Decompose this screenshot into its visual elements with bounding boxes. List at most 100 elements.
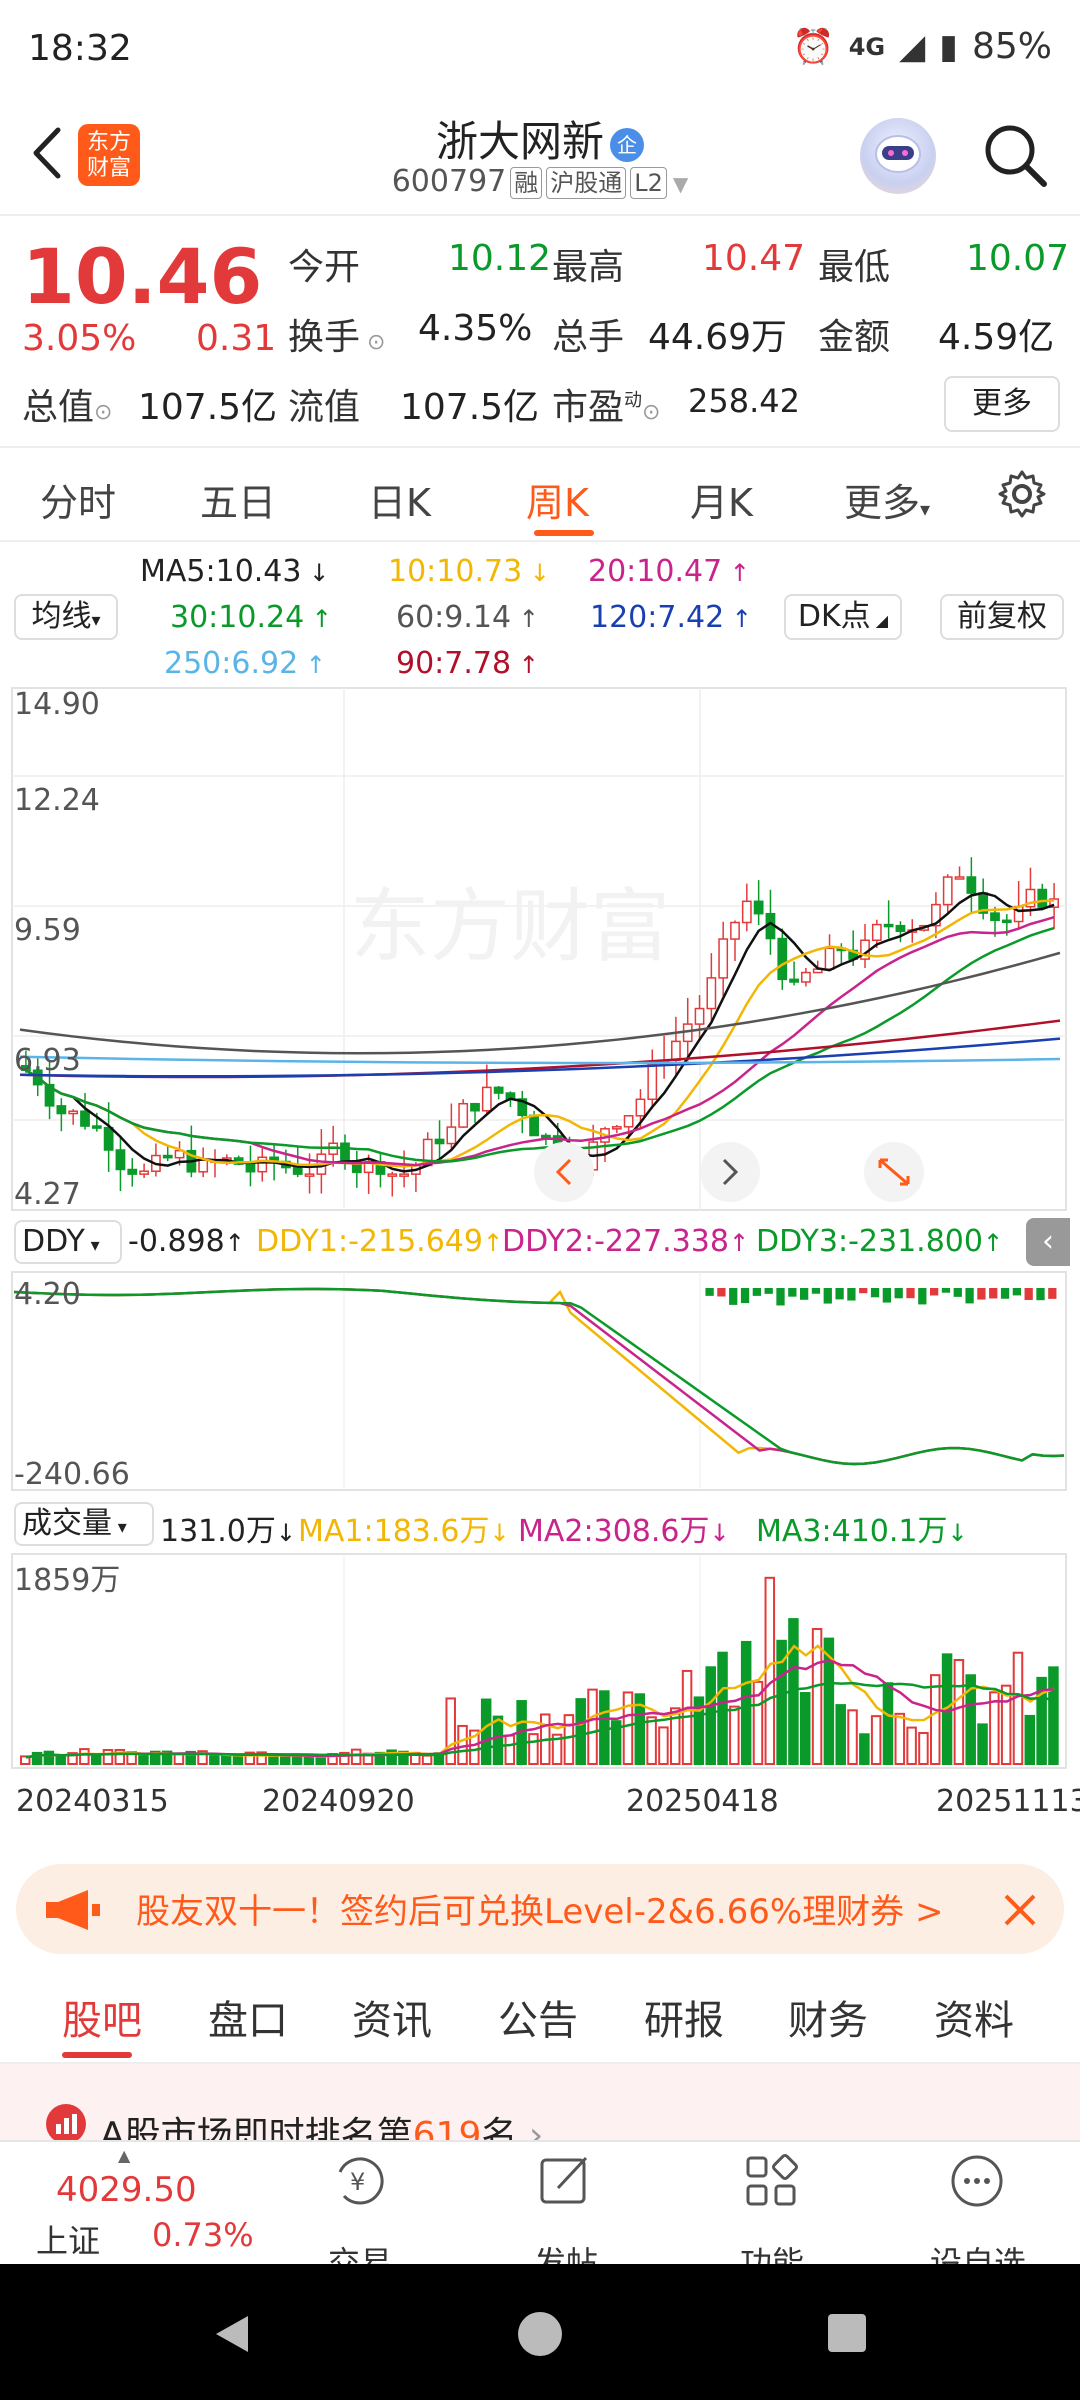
- index-change: 0.73%: [152, 2216, 254, 2254]
- date-label: 20240315: [16, 1784, 169, 1819]
- adjust-button[interactable]: 前复权: [940, 594, 1064, 640]
- network-icon: 4G: [848, 32, 886, 61]
- tab-forum[interactable]: 股吧: [62, 1988, 142, 2046]
- candle: [871, 923, 882, 941]
- tab-announcements[interactable]: 公告: [498, 1988, 578, 2046]
- ddy-bar: [740, 1288, 750, 1304]
- tab-daily[interactable]: 日K: [368, 472, 431, 527]
- volume-bar: [480, 1698, 492, 1765]
- volume-chart[interactable]: 1859万: [0, 1552, 1080, 1770]
- kline-chart[interactable]: 东方财富 14.90 12.24 9.59 6.93 4.27: [0, 684, 1080, 1214]
- candle: [481, 1086, 492, 1112]
- tab-orderbook[interactable]: 盘口: [208, 1988, 288, 2046]
- rank-strip[interactable]: A股市场即时排名第619名 ›: [0, 2064, 1080, 2144]
- index-value[interactable]: 4029.50: [56, 2170, 197, 2210]
- section-tabs: 股吧 盘口 资讯 公告 研报 财务 资料: [0, 1970, 1080, 2064]
- ddy-bar: [870, 1288, 880, 1298]
- more-dots-icon[interactable]: [948, 2152, 1006, 2210]
- volume-bar: [587, 1688, 598, 1765]
- ddy-bar: [918, 1288, 927, 1305]
- float-value: 107.5亿: [400, 387, 540, 428]
- system-recents-icon[interactable]: [824, 2310, 870, 2356]
- high-value: 10.47: [702, 238, 806, 279]
- ma250-value: 250:6.92 ↑: [164, 646, 326, 681]
- ddy-selector[interactable]: DDY ▾: [14, 1220, 122, 1264]
- apps-icon[interactable]: [742, 2152, 800, 2210]
- ma30-value: 30:10.24 ↑: [170, 600, 332, 635]
- candle: [68, 1110, 79, 1115]
- tab-monthly[interactable]: 月K: [690, 472, 753, 527]
- candle: [127, 1168, 138, 1175]
- caret-up-icon: ▲: [118, 2146, 131, 2165]
- tab-intraday[interactable]: 分时: [40, 472, 116, 527]
- volume-bar: [1024, 1714, 1036, 1766]
- vol-ma3-value: MA3:410.1万↓: [756, 1514, 968, 1549]
- mcap-label: 总值⊙: [22, 387, 113, 428]
- candle: [541, 1134, 551, 1139]
- volume-label: 总手: [552, 317, 625, 358]
- more-button[interactable]: 更多: [944, 376, 1060, 432]
- close-icon[interactable]: [1000, 1890, 1040, 1930]
- promo-text: 股友双十一！签约后可兑换Level-2&6.66%理财券 >: [136, 1892, 944, 1932]
- tab-profile[interactable]: 资料: [934, 1988, 1014, 2046]
- y-label-6.93: 6.93: [14, 1043, 81, 1078]
- search-icon[interactable]: [980, 120, 1050, 190]
- volume-bar: [280, 1754, 291, 1766]
- edit-icon[interactable]: [536, 2152, 594, 2210]
- status-bar: 18:32 ⏰ 4G ◢ ▮ 85%: [0, 0, 1080, 100]
- tab-5day[interactable]: 五日: [200, 472, 276, 527]
- candle: [304, 1173, 315, 1177]
- ddy-chart[interactable]: 4.20 -240.66: [0, 1270, 1080, 1496]
- fullscreen-icon[interactable]: [864, 1142, 924, 1202]
- collapse-panel-button[interactable]: ‹: [1026, 1218, 1070, 1266]
- dk-button[interactable]: DK点 ◢: [784, 594, 902, 640]
- promo-banner[interactable]: 股友双十一！签约后可兑换Level-2&6.66%理财券 >: [16, 1864, 1064, 1954]
- candle: [623, 1115, 634, 1128]
- ddy-bar: [729, 1288, 738, 1305]
- ma-legend: 均线▾ MA5:10.43 ↓ 10:10.73 ↓ 20:10.47 ↑ 30…: [0, 544, 1080, 684]
- ma-selector[interactable]: 均线▾: [14, 594, 118, 640]
- tab-news[interactable]: 资讯: [352, 1988, 432, 2046]
- ma120-value: 120:7.42 ↑: [590, 600, 752, 635]
- candle: [434, 1138, 445, 1145]
- system-back-icon[interactable]: [208, 2310, 256, 2358]
- info-icon: ⊙: [642, 400, 661, 425]
- ddy-bar: [811, 1288, 821, 1294]
- tab-research[interactable]: 研报: [644, 1988, 724, 2046]
- volume-bar: [859, 1733, 870, 1766]
- tab-more[interactable]: 更多▾: [844, 472, 930, 527]
- tab-weekly[interactable]: 周K: [526, 472, 589, 527]
- trade-icon[interactable]: ¥: [330, 2152, 388, 2210]
- candle: [990, 912, 1000, 922]
- volume-bar: [800, 1692, 811, 1765]
- battery-level: 85%: [971, 26, 1052, 67]
- volume-bar: [350, 1748, 362, 1765]
- active-section-indicator: [62, 2052, 132, 2058]
- candle: [718, 938, 729, 979]
- stock-name-text: 浙大网新: [435, 117, 604, 166]
- rank-chart-icon: [46, 2104, 86, 2144]
- candle: [162, 1154, 173, 1159]
- chart-nav-prev-button[interactable]: [534, 1142, 594, 1202]
- vol-ma2-value: MA2:308.6万↓: [518, 1514, 730, 1549]
- ddy-bar: [1036, 1288, 1045, 1301]
- tab-financials[interactable]: 财务: [788, 1988, 868, 2046]
- ddy-legend: DDY ▾ -0.898↑ DDY1:-215.649↑ DDY2:-227.3…: [0, 1214, 1080, 1270]
- volume-bar: [421, 1754, 433, 1766]
- y-label-12.24: 12.24: [14, 783, 100, 818]
- gear-icon[interactable]: [996, 468, 1048, 520]
- ddy-bar: [717, 1288, 726, 1297]
- pe-label: 市盈动⊙: [552, 387, 661, 428]
- assistant-avatar[interactable]: [860, 118, 936, 194]
- ddy-bar: [776, 1288, 785, 1306]
- pe-sup: 动: [624, 390, 643, 411]
- candle: [340, 1142, 350, 1163]
- candle: [801, 971, 811, 983]
- system-home-icon[interactable]: [514, 2308, 566, 2360]
- volume-selector[interactable]: 成交量 ▾: [14, 1502, 154, 1546]
- y-label-9.59: 9.59: [14, 913, 81, 948]
- chart-nav-next-button[interactable]: [700, 1142, 760, 1202]
- candle: [198, 1159, 209, 1173]
- candle: [671, 1040, 681, 1062]
- rank-text: A股市场即时排名第619名 ›: [100, 2106, 543, 2144]
